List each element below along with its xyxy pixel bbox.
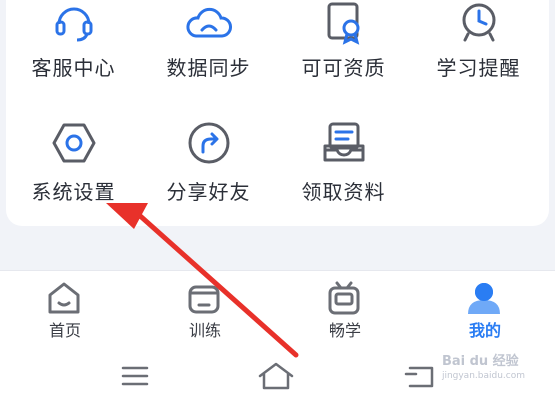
menu-item-system-settings[interactable]: 系统设置 bbox=[6, 120, 141, 250]
menu-item-label: 客服中心 bbox=[31, 56, 116, 80]
tab-label: 首页 bbox=[48, 321, 81, 340]
cloud-sync-icon bbox=[186, 8, 232, 38]
menu-item-label: 分享好友 bbox=[166, 180, 251, 204]
bottom-tab-bar: 首页 训练 畅学 我的 bbox=[0, 270, 555, 343]
menu-item-label: 领取资料 bbox=[301, 180, 386, 204]
watermark-url: jingyan.baidu.com bbox=[441, 371, 525, 381]
profile-icon bbox=[468, 283, 500, 314]
tab-changxue[interactable]: 畅学 bbox=[276, 271, 414, 343]
menu-item-label: 学习提醒 bbox=[436, 56, 521, 80]
menu-item-label: 可可资质 bbox=[301, 56, 386, 80]
menu-icon[interactable] bbox=[115, 360, 155, 392]
menu-item-study-reminder[interactable]: 学习提醒 bbox=[411, 3, 546, 140]
menu-item-label: 系统设置 bbox=[31, 180, 116, 204]
tab-label: 畅学 bbox=[328, 321, 361, 340]
materials-box-icon bbox=[323, 122, 365, 162]
certificate-icon bbox=[327, 2, 360, 45]
tab-home[interactable]: 首页 bbox=[0, 271, 134, 343]
home-icon bbox=[48, 282, 80, 314]
menu-item-get-materials[interactable]: 领取资料 bbox=[276, 120, 411, 250]
watermark: Bai du 经验 jingyan.baidu.com bbox=[442, 350, 525, 381]
radio-icon bbox=[328, 281, 360, 315]
menu-item-share-friends[interactable]: 分享好友 bbox=[141, 120, 276, 250]
watermark-brand: Bai du 经验 bbox=[441, 354, 519, 369]
tab-label: 我的 bbox=[468, 321, 501, 340]
menu-item-label: 数据同步 bbox=[166, 56, 251, 80]
headset-icon bbox=[55, 7, 93, 42]
training-icon bbox=[188, 285, 220, 314]
tab-mine[interactable]: 我的 bbox=[416, 271, 554, 343]
hexagon-settings-icon bbox=[52, 123, 96, 163]
menu-card: 客服中心 数据同步 可可资质 学习提醒 系统设置 分享好友 领取资料 bbox=[6, 0, 549, 226]
tab-label: 训练 bbox=[188, 321, 221, 340]
share-icon bbox=[188, 122, 230, 164]
tab-training[interactable]: 训练 bbox=[136, 271, 274, 343]
alarm-clock-icon bbox=[462, 3, 496, 42]
back-icon[interactable] bbox=[400, 360, 440, 392]
home-icon[interactable] bbox=[256, 360, 296, 392]
